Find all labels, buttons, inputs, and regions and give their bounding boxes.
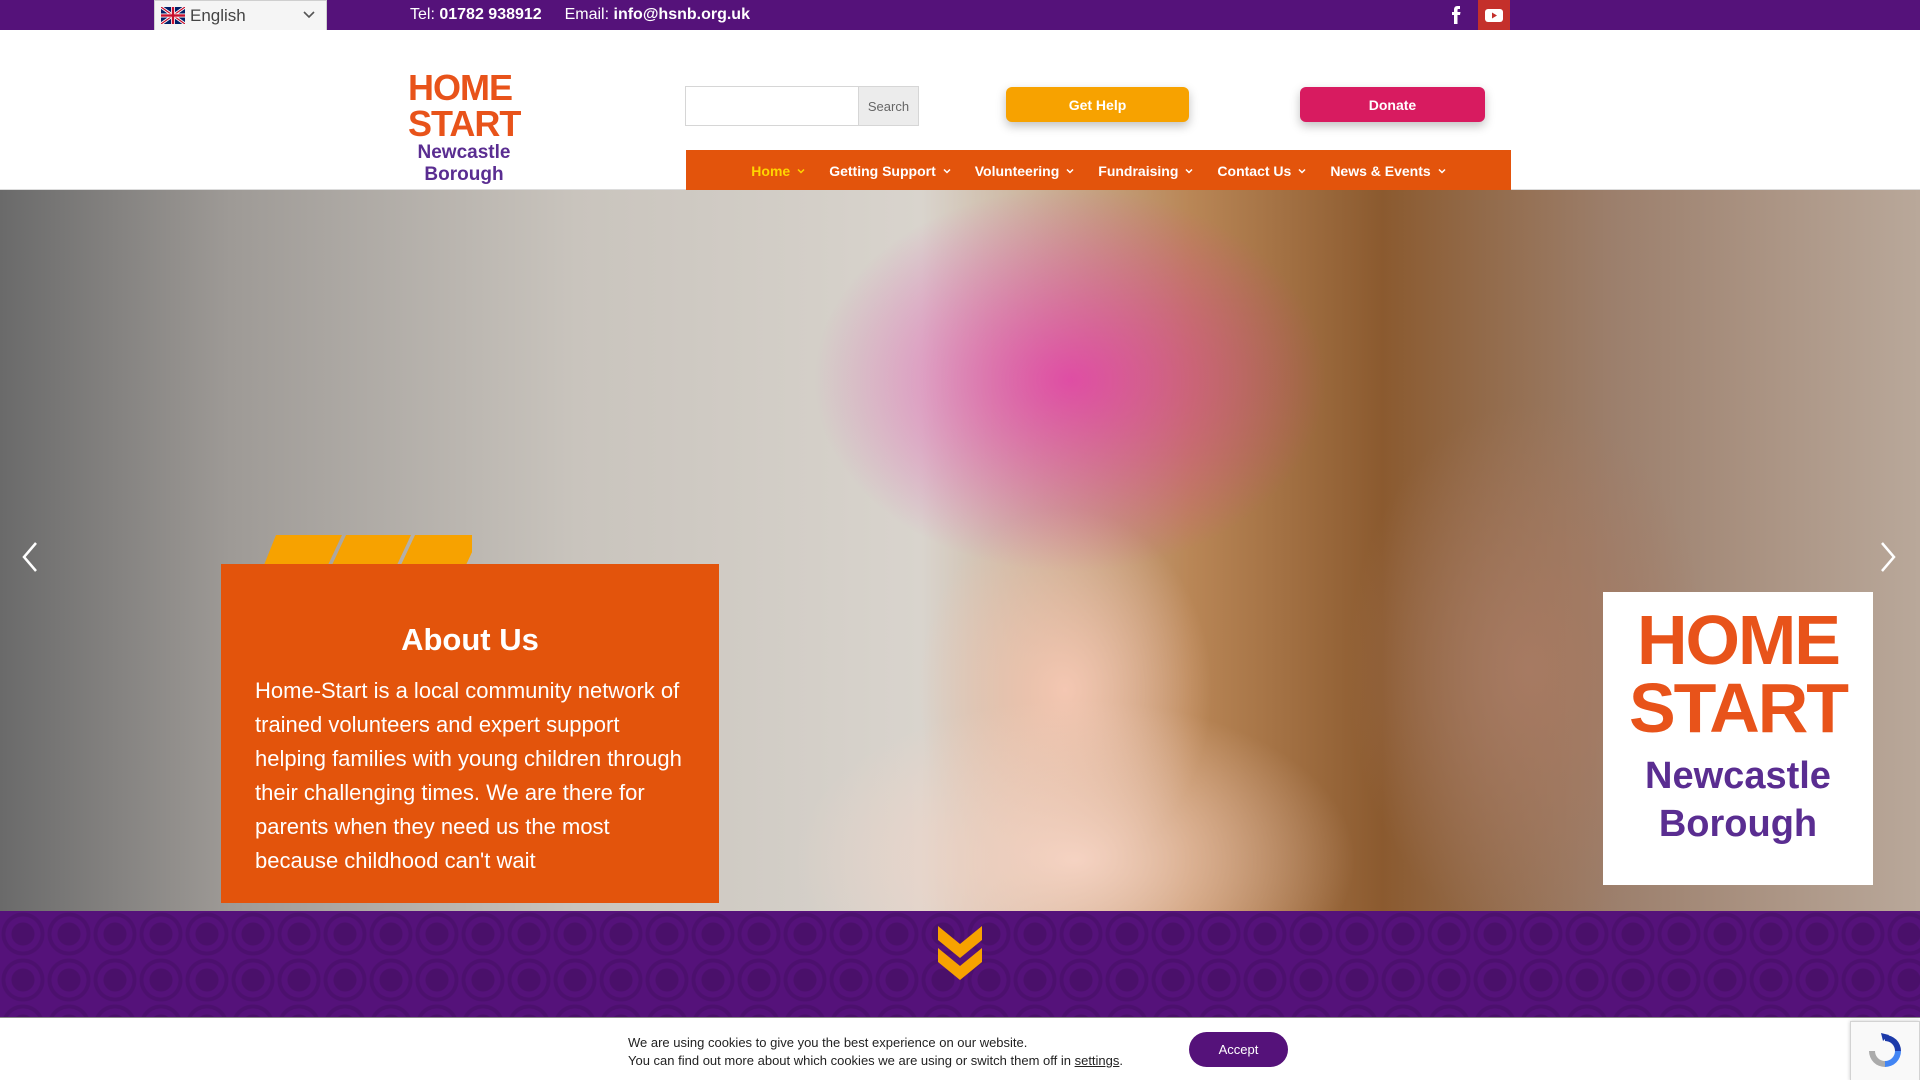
tel-label: Tel: <box>410 6 435 23</box>
search-input[interactable] <box>686 87 858 125</box>
nav-item-getting-support[interactable]: Getting Support <box>817 163 963 179</box>
slider-prev-arrow-icon[interactable] <box>18 537 42 577</box>
recaptcha-badge[interactable] <box>1850 1021 1920 1080</box>
chevron-down-icon <box>1066 168 1074 174</box>
contact-info: Tel: 01782 938912 Email: info@hsnb.org.u… <box>410 6 750 24</box>
recaptcha-icon <box>1869 1033 1901 1067</box>
facebook-icon <box>1452 6 1461 24</box>
site-logo[interactable]: HOME START Newcastle Borough <box>408 67 521 186</box>
site-header: HOME START Newcastle Borough Search Get … <box>0 30 1920 192</box>
get-help-button[interactable]: Get Help <box>1006 87 1189 122</box>
search-button[interactable]: Search <box>858 87 918 125</box>
hero-slider: About Us Home-Start is a local community… <box>0 190 1920 911</box>
chevron-down-icon <box>1185 168 1193 174</box>
nav-item-label: News & Events <box>1330 163 1431 179</box>
facebook-link[interactable] <box>1440 0 1472 30</box>
nav-item-label: Home <box>751 163 791 179</box>
logo-line-newcastle: Newcastle <box>417 142 511 163</box>
slider-next-arrow-icon[interactable] <box>1876 537 1900 577</box>
nav-item-home[interactable]: Home <box>739 163 817 179</box>
purple-pattern-band <box>0 911 1920 1019</box>
donate-button[interactable]: Donate <box>1300 87 1485 122</box>
nav-item-label: Getting Support <box>829 163 936 179</box>
chevron-down-icon <box>797 168 805 174</box>
language-selector[interactable]: English <box>154 0 327 31</box>
nav-item-label: Contact Us <box>1217 163 1292 179</box>
hero-logo-newcastle: Newcastle <box>1645 755 1831 797</box>
top-bar: English Tel: 01782 938912 Email: info@hs… <box>0 0 1920 31</box>
cookie-settings-link[interactable]: settings <box>1075 1053 1120 1068</box>
cookie-line-2-text: You can find out more about which cookie… <box>628 1053 1075 1068</box>
cookie-line-2: You can find out more about which cookie… <box>628 1052 1123 1070</box>
nav-item-label: Volunteering <box>974 163 1060 179</box>
uk-flag-icon <box>161 7 185 24</box>
main-nav: Home Getting Support Volunteering Fundra… <box>686 150 1511 192</box>
hero-logo: HOME START Newcastle Borough <box>1603 592 1873 885</box>
cookie-message: We are using cookies to give you the bes… <box>628 1034 1123 1070</box>
youtube-icon <box>1485 8 1503 22</box>
about-us-panel: About Us Home-Start is a local community… <box>221 564 719 903</box>
chevron-down-icon <box>303 11 315 19</box>
chevron-down-icon <box>1298 168 1306 174</box>
nav-item-contact-us[interactable]: Contact Us <box>1205 163 1318 179</box>
cookie-accept-button[interactable]: Accept <box>1189 1032 1288 1067</box>
cookie-banner: We are using cookies to give you the bes… <box>0 1017 1920 1080</box>
about-us-title: About Us <box>401 622 539 657</box>
chevron-down-icon <box>943 168 951 174</box>
logo-line-borough: Borough <box>424 164 504 185</box>
scroll-down-chevron-icon[interactable] <box>938 926 982 992</box>
email-label: Email: <box>564 6 610 23</box>
hero-logo-home: HOME <box>1637 601 1841 679</box>
search-form: Search <box>685 86 919 126</box>
cookie-line-2-end: . <box>1119 1053 1124 1068</box>
nav-item-news-events[interactable]: News & Events <box>1318 163 1457 179</box>
hero-logo-borough: Borough <box>1658 803 1818 845</box>
email-address[interactable]: info@hsnb.org.uk <box>614 6 750 23</box>
nav-item-label: Fundraising <box>1098 163 1179 179</box>
youtube-link[interactable] <box>1478 0 1510 30</box>
chevron-down-icon <box>1438 168 1446 174</box>
logo-line-home: HOME <box>408 67 513 108</box>
nav-item-fundraising[interactable]: Fundraising <box>1086 163 1205 179</box>
hero-logo-start: START <box>1628 669 1849 747</box>
about-us-text: Home-Start is a local community network … <box>255 678 682 873</box>
cookie-line-1: We are using cookies to give you the bes… <box>628 1035 1028 1050</box>
tel-number[interactable]: 01782 938912 <box>439 6 541 23</box>
language-label: English <box>190 5 246 25</box>
nav-item-volunteering[interactable]: Volunteering <box>963 163 1087 179</box>
logo-line-start: START <box>408 103 521 144</box>
